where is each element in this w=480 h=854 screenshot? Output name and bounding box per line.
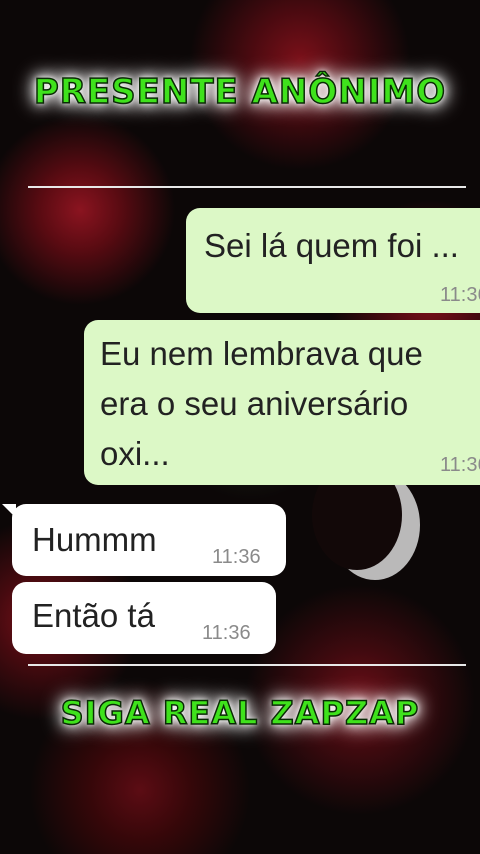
moon-image <box>312 460 420 580</box>
incoming-message[interactable]: Então tá 11:36 <box>12 582 276 654</box>
message-text: Sei lá quem foi ... <box>204 227 459 264</box>
message-text: Hummm <box>32 521 157 558</box>
outgoing-message[interactable]: Sei lá quem foi ... 11:36 <box>186 208 480 313</box>
bottom-banner-title: SIGA REAL ZAPZAP <box>60 693 420 733</box>
message-line: oxi... <box>100 435 170 472</box>
divider-top <box>28 186 466 188</box>
message-line: Eu nem lembrava que <box>100 335 423 372</box>
outgoing-message[interactable]: Eu nem lembrava que era o seu aniversári… <box>84 320 480 485</box>
message-time: 11:36 <box>212 546 261 568</box>
incoming-message[interactable]: Hummm 11:36 <box>12 504 286 576</box>
message-time: 11:36 <box>440 454 480 476</box>
message-line: era o seu aniversário <box>100 385 409 422</box>
message-text: Então tá <box>32 597 155 634</box>
message-time: 11:36 <box>202 622 251 644</box>
top-banner-title: PRESENTE ANÔNIMO <box>33 71 447 113</box>
divider-bottom <box>28 664 466 666</box>
message-time: 11:36 <box>440 284 480 306</box>
